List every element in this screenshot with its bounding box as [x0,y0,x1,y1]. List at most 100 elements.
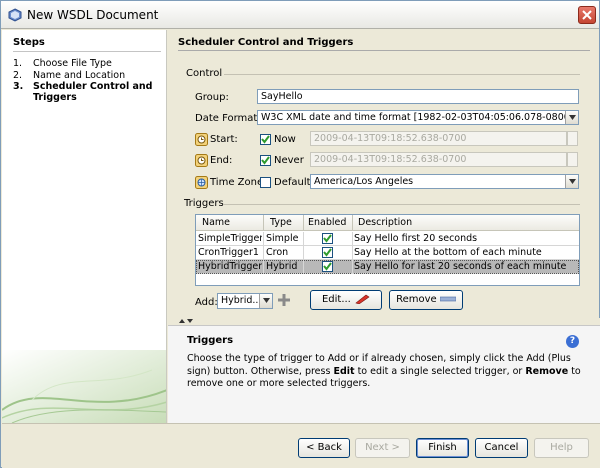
add-label: Add: [195,297,218,308]
end-date-field[interactable]: 2009-04-13T09:18:52.638-0700 [310,152,567,167]
panel-splitter[interactable] [168,318,600,325]
step-label: Name and Location [33,70,126,81]
column-divider[interactable] [263,215,264,231]
timezone-default-label: Default [274,177,311,188]
next-button[interactable]: Next > [355,438,410,458]
triggers-group-border [223,204,580,205]
cell-divider [303,232,304,246]
timezone-label: Time Zone: [210,177,267,188]
wizard-window: New WSDL Document Steps 1. Choose File T… [0,0,600,468]
checkmark-icon [323,248,332,257]
cell-type: Simple [266,233,299,244]
cell-type: Cron [266,247,289,258]
start-now-checkbox[interactable] [260,134,271,145]
cell-divider [352,260,353,274]
table-row[interactable]: CronTrigger1 Cron Say Hello at the botto… [196,246,579,260]
chevron-down-icon[interactable] [259,294,272,308]
date-format-select[interactable]: W3C XML date and time format [1982-02-03… [257,110,579,125]
checkmark-icon [323,234,332,243]
splitter-arrows-icon[interactable] [178,318,198,325]
cell-divider [263,260,264,274]
cell-divider [303,260,304,274]
column-divider[interactable] [303,215,304,231]
checkmark-icon [323,262,332,271]
help-title: Triggers [187,335,234,346]
triggers-group-title: Triggers [184,198,224,209]
cell-name: HybridTrigger1 [198,261,262,272]
column-divider[interactable] [352,215,353,231]
help-text-remove: Remove [525,365,569,377]
cell-divider [352,246,353,260]
globe-clock-icon [195,176,208,189]
triggers-table: Name Type Enabled Description SimpleTrig… [195,214,580,286]
start-label: Start: [210,134,238,145]
cell-divider [263,232,264,246]
minus-icon [439,296,457,302]
table-header: Name Type Enabled Description [196,215,579,231]
cell-description: Say Hello at the bottom of each minute [354,247,542,258]
column-header-name[interactable]: Name [202,217,230,228]
clock-icon [195,154,208,167]
group-input[interactable]: SayHello [257,89,579,104]
cell-description: Say Hello first 20 seconds [354,233,478,244]
column-header-type[interactable]: Type [270,217,292,228]
edit-button-label: Edit... [321,294,351,305]
enabled-checkbox[interactable] [322,247,333,258]
column-header-description[interactable]: Description [358,217,412,228]
help-icon[interactable]: ? [566,335,579,348]
chevron-down-icon[interactable] [565,111,578,124]
timezone-default-checkbox[interactable] [260,177,271,188]
close-icon [582,10,592,20]
step-number: 2. [13,70,23,81]
checkmark-icon [261,135,270,144]
date-format-value: W3C XML date and time format [1982-02-03… [261,112,574,123]
start-date-field[interactable]: 2009-04-13T09:18:52.638-0700 [310,131,567,146]
title-bar: New WSDL Document [1,1,599,29]
step-label: Scheduler Control and Triggers [33,81,153,103]
remove-button[interactable]: Remove [389,290,463,310]
control-group-title: Control [184,68,225,79]
table-row[interactable]: SimpleTrigger1 Simple Say Hello first 20… [196,232,579,246]
cancel-button[interactable]: Cancel [475,438,528,458]
close-button[interactable] [578,6,596,24]
chevron-down-icon[interactable] [565,175,578,188]
end-label: End: [210,155,233,166]
cell-divider [303,246,304,260]
back-button[interactable]: < Back [298,438,350,458]
finish-button[interactable]: Finish [416,438,469,458]
add-plus-icon[interactable] [277,293,291,307]
start-now-label: Now [274,134,296,145]
enabled-checkbox[interactable] [322,261,333,272]
checkmark-icon [261,156,270,165]
table-row-selected[interactable]: HybridTrigger1 Hybrid Say Hello for last… [196,260,579,274]
enabled-checkbox[interactable] [322,233,333,244]
trigger-type-select[interactable]: Hybrid... [217,293,273,309]
cell-name: CronTrigger1 [198,247,259,258]
control-group-border [184,74,580,75]
end-never-checkbox[interactable] [260,155,271,166]
edit-button[interactable]: Edit... [310,290,382,310]
help-text-edit: Edit [333,365,355,377]
clock-icon [195,133,208,146]
end-spinner[interactable] [567,152,578,167]
step-number: 1. [13,58,23,69]
cell-name: SimpleTrigger1 [198,233,262,244]
page-title: Scheduler Control and Triggers [178,37,354,48]
help-text: Choose the type of trigger to Add or if … [187,353,587,391]
start-spinner[interactable] [567,131,578,146]
wsdl-document-icon [8,8,22,22]
cell-divider [263,246,264,260]
steps-divider [13,51,161,52]
cell-type: Hybrid [266,261,298,272]
pencil-icon [355,294,370,305]
trigger-type-value: Hybrid... [221,295,262,306]
title-divider [178,50,590,51]
help-button[interactable]: Help [534,438,589,458]
column-header-enabled[interactable]: Enabled [308,217,346,228]
group-label: Group: [195,92,229,103]
help-panel: Triggers ? Choose the type of trigger to… [168,325,600,423]
window-title: New WSDL Document [27,8,159,22]
timezone-select[interactable]: America/Los Angeles [310,174,579,189]
timezone-value: America/Los Angeles [314,176,414,187]
help-text-part: to edit a single selected trigger, or [354,365,526,377]
